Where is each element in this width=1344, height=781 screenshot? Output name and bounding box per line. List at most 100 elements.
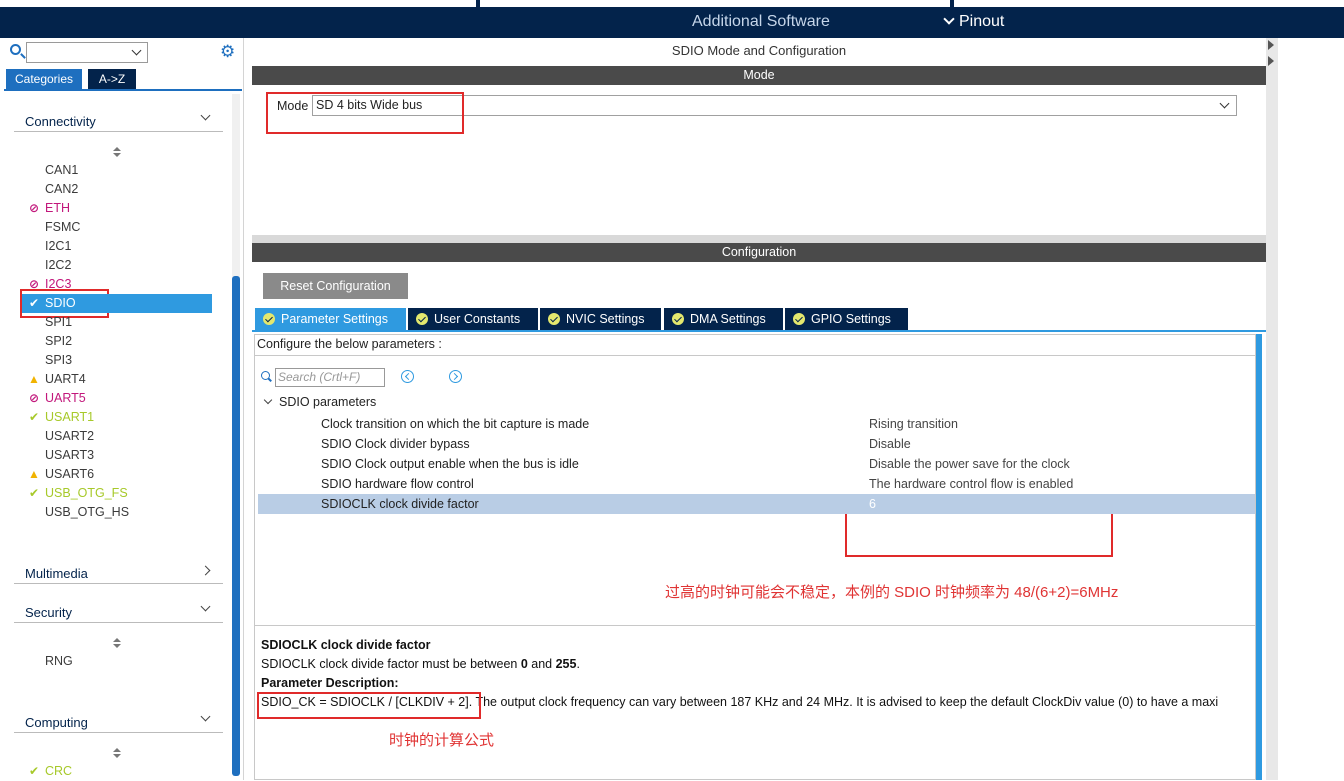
peripheral-item[interactable]: ✔ USART1 bbox=[22, 408, 212, 427]
additional-software-menu[interactable]: Additional Software bbox=[692, 13, 830, 31]
sort-icon[interactable] bbox=[112, 748, 122, 760]
peripheral-label: RNG bbox=[45, 654, 73, 668]
group-connectivity[interactable]: Connectivity bbox=[14, 108, 223, 132]
parameter-name: Clock transition on which the bit captur… bbox=[321, 417, 590, 431]
parameter-row[interactable]: Clock transition on which the bit captur… bbox=[258, 414, 1255, 434]
description-label: Parameter Description: bbox=[261, 676, 399, 690]
tab-gpio-settings[interactable]: GPIO Settings bbox=[785, 308, 908, 330]
peripheral-item[interactable]: CAN2 bbox=[22, 180, 212, 199]
peripheral-item[interactable]: ✔ USB_OTG_FS bbox=[22, 484, 212, 503]
peripheral-item[interactable]: I2C1 bbox=[22, 237, 212, 256]
peripheral-label: USART3 bbox=[45, 448, 95, 462]
sort-icon[interactable] bbox=[112, 147, 122, 159]
parameter-row[interactable]: SDIO Clock divider bypass Disable bbox=[258, 434, 1255, 454]
peripheral-item[interactable]: CAN1 bbox=[22, 161, 212, 180]
group-security[interactable]: Security bbox=[14, 599, 223, 623]
parameter-value[interactable]: Disable bbox=[869, 434, 911, 454]
warning-icon: ▲ bbox=[28, 467, 40, 481]
peripheral-item[interactable]: USART3 bbox=[22, 446, 212, 465]
peripheral-item[interactable]: USART2 bbox=[22, 427, 212, 446]
chevron-down-icon[interactable] bbox=[1219, 98, 1230, 109]
peripheral-item[interactable]: SPI3 bbox=[22, 351, 212, 370]
peripheral-item[interactable]: SPI1 bbox=[22, 313, 212, 332]
tab-user-constants[interactable]: User Constants bbox=[408, 308, 538, 330]
chevron-right-icon[interactable] bbox=[200, 565, 211, 576]
peripheral-label: I2C1 bbox=[45, 239, 72, 253]
collapse-arrow-icon[interactable] bbox=[1268, 56, 1274, 66]
pinout-menu[interactable]: Pinout bbox=[943, 13, 1004, 31]
tab-categories[interactable]: Categories bbox=[6, 69, 82, 89]
categories-scrollbar[interactable] bbox=[232, 94, 240, 776]
empty-icon bbox=[27, 237, 41, 256]
search-icon[interactable] bbox=[261, 371, 270, 380]
peripheral-label: CAN1 bbox=[45, 163, 79, 177]
parameters-scrollbar[interactable] bbox=[1256, 334, 1262, 780]
top-tab-strip-right bbox=[954, 0, 1344, 7]
group-computing[interactable]: Computing bbox=[14, 709, 223, 733]
page-title: SDIO Mode and Configuration bbox=[671, 43, 847, 58]
peripheral-item[interactable]: ⊘ I2C3 bbox=[22, 275, 212, 294]
parameter-row[interactable]: SDIOCLK clock divide factor 6 bbox=[258, 494, 1255, 514]
tabs-underline bbox=[252, 330, 1266, 332]
previous-match-icon[interactable] bbox=[401, 370, 414, 383]
collapse-arrow-icon[interactable] bbox=[1268, 40, 1274, 50]
top-tab-strip-left bbox=[0, 0, 476, 7]
category-search-combo[interactable] bbox=[26, 42, 148, 63]
parameter-row[interactable]: SDIO hardware flow control The hardware c… bbox=[258, 474, 1255, 494]
chevron-down-icon[interactable] bbox=[200, 110, 211, 121]
check-circle-icon bbox=[263, 313, 275, 325]
parameter-value[interactable]: Rising transition bbox=[869, 414, 958, 434]
check-circle-icon bbox=[672, 313, 684, 325]
parameters-panel: Configure the below parameters : Search … bbox=[254, 334, 1256, 780]
tab-nvic-settings[interactable]: NVIC Settings bbox=[540, 308, 661, 330]
tab-a-to-z[interactable]: A->Z bbox=[88, 69, 136, 89]
sdio-parameters-group[interactable]: SDIO parameters bbox=[263, 395, 376, 409]
scrollbar-thumb[interactable] bbox=[232, 276, 240, 776]
chevron-down-icon[interactable] bbox=[263, 395, 273, 405]
peripheral-item[interactable]: ⊘ UART5 bbox=[22, 389, 212, 408]
parameter-value[interactable]: The hardware control flow is enabled bbox=[869, 474, 1073, 494]
group-label: Security bbox=[25, 605, 72, 620]
parameter-row[interactable]: SDIO Clock output enable when the bus is… bbox=[258, 454, 1255, 474]
configure-hint: Configure the below parameters : bbox=[257, 337, 442, 351]
peripheral-item[interactable]: RNG bbox=[22, 652, 212, 671]
side-collapse-strip bbox=[1266, 38, 1278, 780]
chevron-down-icon[interactable] bbox=[200, 711, 211, 722]
mode-area: Mode SD 4 bits Wide bus bbox=[252, 85, 1266, 235]
blocked-icon: ⊘ bbox=[28, 277, 40, 291]
sdio-configuration-panel: SDIO Mode and Configuration Mode Mode SD… bbox=[252, 38, 1266, 780]
peripheral-item[interactable]: ▲ UART4 bbox=[22, 370, 212, 389]
tab-parameter-settings[interactable]: Parameter Settings bbox=[255, 308, 406, 330]
tab-label: Parameter Settings bbox=[281, 312, 388, 326]
peripheral-item[interactable]: ⊘ ETH bbox=[22, 199, 212, 218]
sort-icon[interactable] bbox=[112, 638, 122, 650]
group-multimedia[interactable]: Multimedia bbox=[14, 560, 223, 584]
parameter-search-input[interactable]: Search (Crtl+F) bbox=[275, 368, 385, 387]
parameter-value[interactable]: 6 bbox=[869, 494, 876, 514]
empty-icon bbox=[27, 256, 41, 275]
peripheral-item[interactable]: SPI2 bbox=[22, 332, 212, 351]
chevron-down-icon[interactable] bbox=[131, 45, 142, 56]
search-icon[interactable] bbox=[10, 44, 21, 55]
configuration-section-bar: Configuration bbox=[252, 243, 1266, 262]
peripheral-item[interactable]: ▲ USART6 bbox=[22, 465, 212, 484]
peripheral-label: UART5 bbox=[45, 391, 86, 405]
chevron-down-icon[interactable] bbox=[200, 601, 211, 612]
peripheral-item[interactable]: ✔ CRC bbox=[22, 762, 212, 781]
peripheral-label: CAN2 bbox=[45, 182, 79, 196]
mode-section-bar: Mode bbox=[252, 66, 1266, 85]
gear-icon[interactable]: ⚙ bbox=[220, 43, 237, 60]
peripheral-item[interactable]: FSMC bbox=[22, 218, 212, 237]
next-match-icon[interactable] bbox=[449, 370, 462, 383]
tab-dma-settings[interactable]: DMA Settings bbox=[664, 308, 783, 330]
peripheral-item[interactable]: USB_OTG_HS bbox=[22, 503, 212, 522]
peripheral-label: SDIO bbox=[45, 296, 76, 310]
peripheral-item[interactable]: ✔ SDIO bbox=[22, 294, 212, 313]
parameter-value[interactable]: Disable the power save for the clock bbox=[869, 454, 1070, 474]
peripheral-label: ETH bbox=[45, 201, 70, 215]
tab-label: User Constants bbox=[434, 312, 521, 326]
peripheral-item[interactable]: I2C2 bbox=[22, 256, 212, 275]
empty-icon bbox=[27, 180, 41, 199]
reset-configuration-button[interactable]: Reset Configuration bbox=[263, 273, 408, 299]
empty-icon bbox=[27, 427, 41, 446]
